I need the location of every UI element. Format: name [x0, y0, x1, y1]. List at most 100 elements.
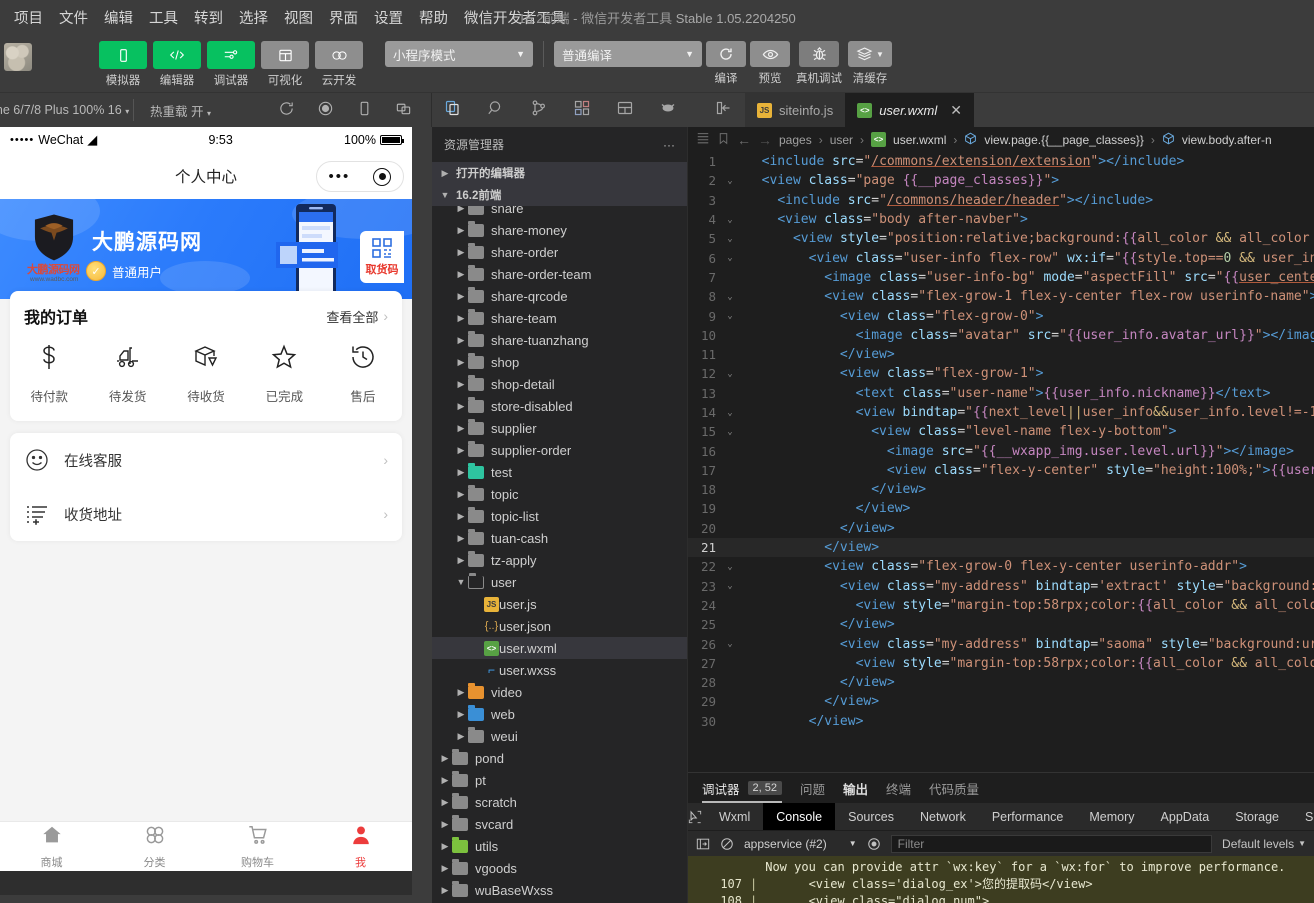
extensions-icon[interactable] — [573, 99, 591, 122]
chevron-right-icon[interactable]: ▶ — [438, 819, 452, 830]
section-project-root[interactable]: ▼ 16.2前端 — [432, 184, 687, 206]
menu-item-10[interactable]: 微信开发者工具 — [456, 4, 574, 31]
breadcrumb-part-user[interactable]: user — [830, 133, 853, 147]
code-line-6[interactable]: 6⌄ <view class="user-info flex-row" wx:i… — [688, 248, 1314, 267]
code-line-25[interactable]: 25 </view> — [688, 615, 1314, 634]
chevron-right-icon[interactable]: ▶ — [454, 445, 468, 456]
code-line-22[interactable]: 22⌄ <view class="flex-grow-0 flex-y-cent… — [688, 557, 1314, 576]
code-line-13[interactable]: 13 <text class="user-name">{{user_info.n… — [688, 384, 1314, 403]
tree-folder-test[interactable]: ▶test — [432, 461, 687, 483]
code-line-11[interactable]: 11 </view> — [688, 345, 1314, 364]
debugger-tab-2[interactable]: 输出 — [843, 773, 868, 803]
refresh-icon[interactable] — [278, 100, 295, 120]
tree-folder-supplier-order[interactable]: ▶supplier-order — [432, 439, 687, 461]
fold-chevron-down-icon[interactable]: ⌄ — [722, 581, 738, 591]
tree-folder-scratch[interactable]: ▶scratch — [432, 791, 687, 813]
order-status-cell-0[interactable]: 待付款 — [10, 342, 88, 405]
fold-chevron-down-icon[interactable]: ⌄ — [722, 311, 738, 321]
chevron-right-icon[interactable]: ▶ — [454, 401, 468, 412]
order-status-cell-4[interactable]: 售后 — [324, 342, 402, 405]
menu-item-8[interactable]: 设置 — [366, 4, 411, 31]
panel-toggle-0[interactable]: 模拟器 — [99, 41, 147, 88]
chevron-down-icon[interactable]: ▼ — [454, 577, 468, 587]
console-filter-input[interactable]: Filter — [891, 835, 1212, 853]
console-levels-select[interactable]: Default levels ▼ — [1222, 837, 1306, 851]
tree-folder-pond[interactable]: ▶pond — [432, 747, 687, 769]
pickup-code-button[interactable]: 取货码 — [360, 231, 404, 283]
code-line-30[interactable]: 30 </view> — [688, 712, 1314, 731]
tree-folder-supplier[interactable]: ▶supplier — [432, 417, 687, 439]
tree-file-user.js[interactable]: JSuser.js — [432, 593, 687, 615]
devtools-tab-console[interactable]: Console — [763, 803, 835, 830]
more-menu-icon[interactable]: ••• — [329, 172, 351, 181]
breadcrumb-part-symbol-1[interactable]: view.page.{{__page_classes}} — [984, 133, 1143, 147]
order-status-cell-3[interactable]: 已完成 — [245, 342, 323, 405]
chevron-right-icon[interactable]: ▶ — [454, 206, 468, 214]
fold-chevron-down-icon[interactable]: ⌄ — [722, 176, 738, 186]
tree-file-user.wxml[interactable]: <>user.wxml — [432, 637, 687, 659]
chevron-right-icon[interactable]: ▶ — [454, 731, 468, 742]
tree-file-user.json[interactable]: {..}user.json — [432, 615, 687, 637]
menu-item-3[interactable]: 工具 — [141, 4, 186, 31]
code-line-17[interactable]: 17 <view class="flex-y-center" style="he… — [688, 461, 1314, 480]
chevron-right-icon[interactable]: ▶ — [454, 357, 468, 368]
tree-file-user.wxss[interactable]: ⌐user.wxss — [432, 659, 687, 681]
devtools-tab-memory[interactable]: Memory — [1076, 803, 1147, 830]
code-line-15[interactable]: 15⌄ <view class="level-name flex-y-botto… — [688, 422, 1314, 441]
debugger-tab-4[interactable]: 代码质量 — [929, 773, 979, 803]
menu-item-0[interactable]: 项目 — [6, 4, 51, 31]
code-line-21[interactable]: 21 </view> — [688, 538, 1314, 557]
tree-folder-shop-detail[interactable]: ▶shop-detail — [432, 373, 687, 395]
user-avatar[interactable] — [4, 43, 32, 71]
chevron-right-icon[interactable]: ▶ — [454, 709, 468, 720]
devtools-tab-performance[interactable]: Performance — [979, 803, 1077, 830]
console-context-select[interactable]: appservice (#2) — [744, 837, 827, 851]
tree-folder-share-team[interactable]: ▶share-team — [432, 307, 687, 329]
chevron-right-icon[interactable]: ▶ — [454, 555, 468, 566]
real-device-debug-button[interactable] — [799, 41, 839, 67]
code-line-12[interactable]: 12⌄ <view class="flex-grow-1"> — [688, 364, 1314, 383]
breadcrumb-part-pages[interactable]: pages — [779, 133, 812, 147]
chevron-right-icon[interactable]: ▶ — [438, 797, 452, 808]
user-level-pill[interactable]: ✓ 普通用户 — [86, 261, 162, 281]
code-line-26[interactable]: 26⌄ <view class="my-address" bindtap="sa… — [688, 634, 1314, 653]
code-line-1[interactable]: 1 <include src="/commons/extension/exten… — [688, 152, 1314, 171]
tree-folder-svcard[interactable]: ▶svcard — [432, 813, 687, 835]
code-line-5[interactable]: 5⌄ <view style="position:relative;backgr… — [688, 229, 1314, 248]
console-output[interactable]: Now you can provide attr `wx:key` for a … — [688, 856, 1314, 903]
chevron-right-icon[interactable]: ▶ — [438, 775, 452, 786]
code-line-14[interactable]: 14⌄ <view bindtap="{{next_level||user_in… — [688, 403, 1314, 422]
console-settings-eye-icon[interactable] — [867, 837, 881, 851]
code-line-29[interactable]: 29 </view> — [688, 692, 1314, 711]
clear-console-icon[interactable] — [720, 837, 734, 851]
chevron-right-icon[interactable]: ▶ — [454, 335, 468, 346]
chevron-right-icon[interactable]: ▶ — [454, 269, 468, 280]
tree-folder-wuBaseWxss[interactable]: ▶wuBaseWxss — [432, 879, 687, 901]
forward-arrow-icon[interactable]: → — [758, 132, 772, 148]
devtools-tab-storage[interactable]: Storage — [1222, 803, 1292, 830]
tree-folder-share-order[interactable]: ▶share-order — [432, 241, 687, 263]
tabbar-item-3[interactable]: 我 — [309, 822, 412, 871]
view-all-orders-link[interactable]: 查看全部 › — [326, 307, 388, 326]
tree-folder-store-disabled[interactable]: ▶store-disabled — [432, 395, 687, 417]
tree-folder-topic[interactable]: ▶topic — [432, 483, 687, 505]
inspect-element-icon[interactable] — [688, 810, 702, 824]
code-line-4[interactable]: 4⌄ <view class="body after-navber"> — [688, 210, 1314, 229]
tree-folder-user[interactable]: ▼user — [432, 571, 687, 593]
mode-select[interactable]: 小程序模式 ▼ — [385, 41, 533, 67]
devtools-tab-network[interactable]: Network — [907, 803, 979, 830]
editor-tab-0[interactable]: JSsiteinfo.js — [745, 93, 845, 128]
devtools-tab-sources[interactable]: Sources — [835, 803, 907, 830]
debugger-tab-0[interactable]: 调试器2, 52 — [702, 773, 782, 803]
tree-folder-tuan-cash[interactable]: ▶tuan-cash — [432, 527, 687, 549]
back-arrow-icon[interactable]: ← — [737, 132, 751, 148]
detach-window-icon[interactable] — [395, 100, 412, 120]
chevron-right-icon[interactable]: ▶ — [454, 533, 468, 544]
tree-folder-web[interactable]: ▶web — [432, 703, 687, 725]
menu-item-7[interactable]: 界面 — [321, 4, 366, 31]
devtools-tab-wxml[interactable]: Wxml — [706, 803, 763, 830]
fold-chevron-down-icon[interactable]: ⌄ — [722, 639, 738, 649]
chevron-right-icon[interactable]: ▶ — [454, 467, 468, 478]
panel-toggle-1[interactable]: 编辑器 — [153, 41, 201, 88]
tree-folder-share-order-team[interactable]: ▶share-order-team — [432, 263, 687, 285]
